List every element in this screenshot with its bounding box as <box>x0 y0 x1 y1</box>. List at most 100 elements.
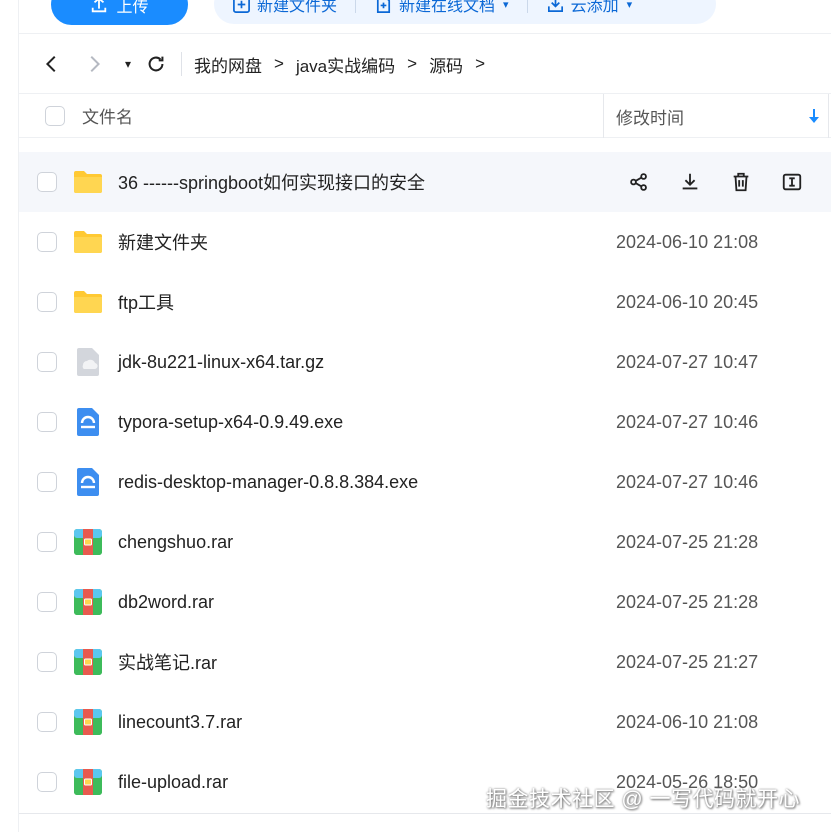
row-checkbox[interactable] <box>37 292 57 312</box>
file-row[interactable]: redis-desktop-manager-0.8.8.384.exe 2024-… <box>19 452 831 512</box>
file-modified-time: 2024-07-25 21:28 <box>616 531 759 552</box>
file-list: 36 ------springboot如何实现接口的安全 新建文件夹 2024-06… <box>19 152 831 812</box>
new-folder-label: 新建文件夹 <box>257 0 338 15</box>
file-name[interactable]: jdk-8u221-linux-x64.tar.gz <box>118 352 324 373</box>
file-modified-time: 2024-07-25 21:27 <box>616 651 759 672</box>
back-button[interactable] <box>31 44 73 84</box>
file-row[interactable]: 36 ------springboot如何实现接口的安全 <box>19 152 831 212</box>
row-checkbox[interactable] <box>37 412 57 432</box>
create-toolbar-group: 新建文件夹 新建在线文档 ▾ 云添加 ▾ <box>214 0 716 24</box>
file-name[interactable]: 36 ------springboot如何实现接口的安全 <box>118 169 425 195</box>
upload-label: 上传 <box>116 0 149 16</box>
breadcrumb-separator: > <box>407 54 418 73</box>
rar-file-icon <box>72 706 104 738</box>
refresh-icon <box>148 56 164 72</box>
file-name[interactable]: linecount3.7.rar <box>118 712 242 733</box>
row-checkbox[interactable] <box>37 172 57 192</box>
file-name[interactable]: ftp工具 <box>118 289 174 315</box>
row-checkbox[interactable] <box>37 712 57 732</box>
chevron-left-icon <box>45 55 56 73</box>
file-list-header: 文件名 修改时间 <box>19 94 831 138</box>
watermark: 掘金技术社区 @ 一写代码就开心 <box>486 788 800 811</box>
new-folder-button[interactable]: 新建文件夹 <box>232 0 337 16</box>
breadcrumb-item-java[interactable]: java实战编码 <box>292 52 399 77</box>
history-dropdown-button[interactable]: ▾ <box>115 44 141 84</box>
row-checkbox[interactable] <box>37 232 57 252</box>
breadcrumb: 我的网盘 > java实战编码 > 源码 > <box>190 52 493 77</box>
breadcrumb-separator: > <box>274 54 284 73</box>
row-checkbox[interactable] <box>37 652 57 672</box>
rar-file-icon <box>72 646 104 678</box>
file-row[interactable]: db2word.rar 2024-07-25 21:28 <box>19 572 831 632</box>
upload-button[interactable]: 上传 <box>51 0 188 25</box>
toolbar: 上传 新建文件夹 新建在线文档 ▾ 云添加 ▾ <box>0 0 831 34</box>
row-checkbox[interactable] <box>37 532 57 552</box>
share-button[interactable] <box>613 167 664 197</box>
column-header-modified[interactable]: 修改时间 <box>603 94 829 138</box>
share-icon <box>629 173 647 191</box>
row-checkbox[interactable] <box>37 352 57 372</box>
new-online-doc-button[interactable]: 新建在线文档 ▾ <box>374 0 509 16</box>
refresh-button[interactable] <box>141 44 171 84</box>
file-name[interactable]: typora-setup-x64-0.9.49.exe <box>118 412 343 433</box>
file-modified-time: 2024-06-10 21:08 <box>616 711 759 732</box>
forward-button[interactable] <box>73 44 115 84</box>
file-name[interactable]: redis-desktop-manager-0.8.8.384.exe <box>118 472 418 493</box>
row-actions <box>613 167 817 197</box>
file-name[interactable]: db2word.rar <box>118 592 214 613</box>
cloud-add-label: 云添加 <box>570 0 619 15</box>
rar-file-icon <box>72 526 104 558</box>
file-name[interactable]: 实战笔记.rar <box>118 649 217 675</box>
file-name[interactable]: file-upload.rar <box>118 772 228 793</box>
file-row[interactable]: typora-setup-x64-0.9.49.exe 2024-07-27 10… <box>19 392 831 452</box>
column-header-modified-label: 修改时间 <box>616 108 684 128</box>
file-name[interactable]: chengshuo.rar <box>118 532 233 553</box>
row-checkbox[interactable] <box>37 592 57 612</box>
file-row[interactable]: jdk-8u221-linux-x64.tar.gz 2024-07-27 10:… <box>19 332 831 392</box>
folder-icon <box>72 286 104 318</box>
download-button[interactable] <box>664 167 715 197</box>
exe-file-icon <box>72 406 104 438</box>
file-modified-time: 2024-07-25 21:28 <box>616 591 759 612</box>
folder-icon <box>72 166 104 198</box>
rename-button[interactable] <box>766 167 817 197</box>
breadcrumb-item-root[interactable]: 我的网盘 <box>190 52 266 77</box>
file-row[interactable]: chengshuo.rar 2024-07-25 21:28 <box>19 512 831 572</box>
file-row[interactable]: 实战笔记.rar 2024-07-25 21:27 <box>19 632 831 692</box>
navigation-bar: ▾ 我的网盘 > java实战编码 > 源码 > <box>19 34 831 94</box>
download-icon <box>682 173 697 190</box>
file-row[interactable]: 新建文件夹 2024-06-10 21:08 <box>19 212 831 272</box>
add-folder-icon <box>233 0 250 13</box>
cloud-download-icon <box>547 0 563 12</box>
toolbar-separator <box>355 0 357 13</box>
file-row[interactable]: ftp工具 2024-06-10 20:45 <box>19 272 831 332</box>
trash-icon <box>733 172 748 192</box>
file-row[interactable]: linecount3.7.rar 2024-06-10 21:08 <box>19 692 831 752</box>
delete-button[interactable] <box>715 167 766 197</box>
new-online-doc-label: 新建在线文档 <box>399 0 496 15</box>
cloud-add-button[interactable]: 云添加 ▾ <box>546 0 633 16</box>
nav-divider <box>181 52 182 76</box>
row-checkbox[interactable] <box>37 472 57 492</box>
upload-icon <box>92 0 107 12</box>
column-header-name[interactable]: 文件名 <box>82 103 133 128</box>
breadcrumb-item-source[interactable]: 源码 <box>425 52 467 77</box>
rar-file-icon <box>72 586 104 618</box>
select-all-checkbox[interactable] <box>45 105 65 126</box>
sort-descending-icon[interactable] <box>808 108 820 124</box>
add-doc-icon <box>376 0 391 13</box>
row-checkbox[interactable] <box>37 772 57 792</box>
gz-file-icon <box>72 346 104 378</box>
breadcrumb-separator[interactable]: > <box>467 54 493 74</box>
chevron-right-icon <box>90 55 101 73</box>
rar-file-icon <box>72 766 104 798</box>
file-modified-time: 2024-07-27 10:46 <box>616 471 759 492</box>
file-modified-time: 2024-07-27 10:46 <box>616 411 759 432</box>
folder-icon <box>72 226 104 258</box>
toolbar-separator <box>526 0 528 13</box>
left-panel-edge <box>0 0 19 832</box>
chevron-down-icon: ▾ <box>626 0 633 11</box>
file-list-bottom-border <box>19 813 831 814</box>
caret-down-icon: ▾ <box>124 57 132 71</box>
file-name[interactable]: 新建文件夹 <box>118 229 208 255</box>
